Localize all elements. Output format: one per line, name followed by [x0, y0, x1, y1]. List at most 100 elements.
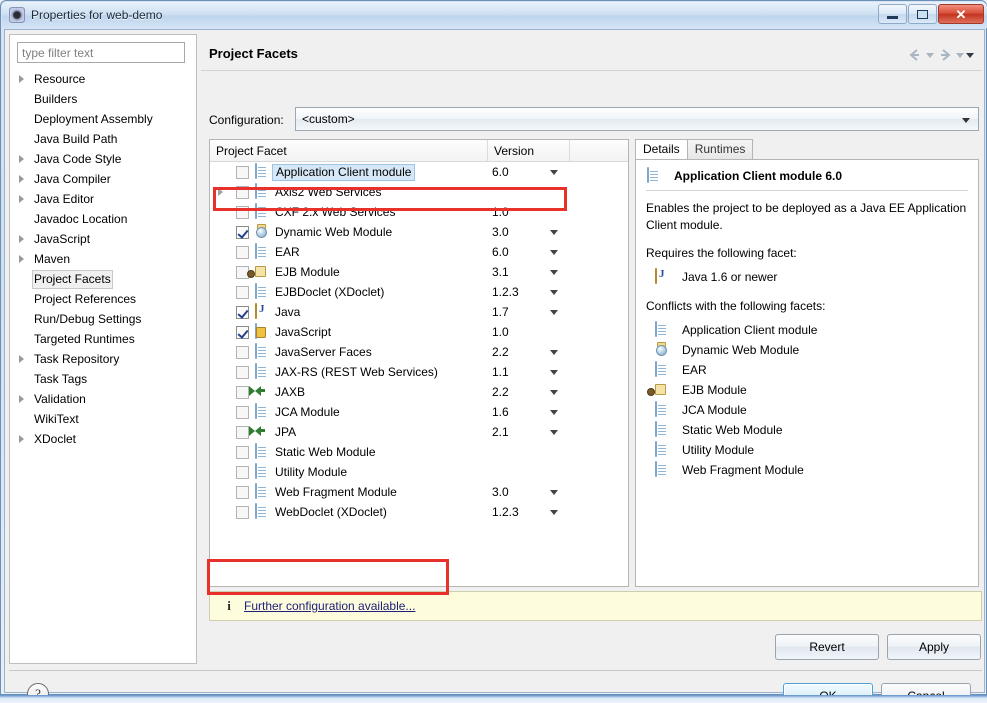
facet-row[interactable]: EAR 6.0	[210, 242, 628, 262]
version-chevron-down-icon[interactable]	[550, 230, 558, 235]
facet-checkbox[interactable]	[236, 505, 249, 519]
version-chevron-down-icon[interactable]	[550, 490, 558, 495]
java-facet-icon	[654, 268, 670, 285]
column-header-version[interactable]: Version	[488, 140, 570, 161]
sidebar-item-project-references[interactable]: Project References	[10, 289, 196, 309]
facet-row[interactable]: Application Client module 6.0	[210, 162, 628, 182]
sidebar-item-javascript[interactable]: JavaScript	[10, 229, 196, 249]
chevron-right-icon[interactable]	[19, 435, 24, 443]
chevron-right-icon[interactable]	[19, 255, 24, 263]
configuration-combo[interactable]: <custom>	[295, 107, 979, 131]
facet-checkbox[interactable]	[236, 445, 249, 459]
version-chevron-down-icon[interactable]	[550, 370, 558, 375]
chevron-right-icon[interactable]	[218, 188, 223, 196]
version-chevron-down-icon[interactable]	[550, 390, 558, 395]
chevron-right-icon[interactable]	[19, 395, 24, 403]
facet-row[interactable]: Utility Module	[210, 462, 628, 482]
back-button[interactable]	[906, 46, 924, 64]
facet-checkbox[interactable]	[236, 385, 249, 399]
sidebar-item-validation[interactable]: Validation	[10, 389, 196, 409]
facet-row[interactable]: JAXB 2.2	[210, 382, 628, 402]
version-chevron-down-icon[interactable]	[550, 350, 558, 355]
facet-checkbox[interactable]	[236, 425, 249, 439]
forward-history-chevron-down-icon[interactable]	[956, 52, 964, 58]
facet-name: Dynamic Web Module	[275, 225, 393, 239]
maximize-button[interactable]	[908, 4, 937, 24]
further-configuration-link[interactable]: Further configuration available...	[244, 599, 415, 613]
facet-checkbox[interactable]	[236, 225, 249, 239]
facet-checkbox[interactable]	[236, 365, 249, 379]
facet-checkbox[interactable]	[236, 405, 249, 419]
column-header-spacer[interactable]	[570, 140, 628, 161]
version-chevron-down-icon[interactable]	[550, 410, 558, 415]
chevron-right-icon[interactable]	[19, 155, 24, 163]
version-chevron-down-icon[interactable]	[550, 430, 558, 435]
version-chevron-down-icon[interactable]	[550, 290, 558, 295]
facet-row[interactable]: WebDoclet (XDoclet) 1.2.3	[210, 502, 628, 522]
chevron-right-icon[interactable]	[19, 75, 24, 83]
sidebar-item-xdoclet[interactable]: XDoclet	[10, 429, 196, 449]
tab-details[interactable]: Details	[635, 139, 688, 159]
chevron-right-icon[interactable]	[19, 235, 24, 243]
sidebar-item-builders[interactable]: Builders	[10, 89, 196, 109]
sidebar-item-maven[interactable]: Maven	[10, 249, 196, 269]
facet-checkbox[interactable]	[236, 345, 249, 359]
facet-row[interactable]: JPA 2.1	[210, 422, 628, 442]
sidebar-item-java-compiler[interactable]: Java Compiler	[10, 169, 196, 189]
facet-row[interactable]: JavaServer Faces 2.2	[210, 342, 628, 362]
forward-button[interactable]	[936, 46, 954, 64]
sidebar-item-wikitext[interactable]: WikiText	[10, 409, 196, 429]
chevron-right-icon[interactable]	[19, 175, 24, 183]
facet-checkbox[interactable]	[236, 465, 249, 479]
facet-row[interactable]: EJB Module 3.1	[210, 262, 628, 282]
chevron-right-icon[interactable]	[19, 195, 24, 203]
tab-runtimes[interactable]: Runtimes	[686, 139, 754, 159]
version-chevron-down-icon[interactable]	[550, 270, 558, 275]
version-chevron-down-icon[interactable]	[550, 170, 558, 175]
back-history-chevron-down-icon[interactable]	[926, 52, 934, 58]
facet-row[interactable]: CXF 2.x Web Services 1.0	[210, 202, 628, 222]
facet-row[interactable]: Dynamic Web Module 3.0	[210, 222, 628, 242]
sidebar-item-java-editor[interactable]: Java Editor	[10, 189, 196, 209]
facet-checkbox[interactable]	[236, 325, 249, 339]
facet-row[interactable]: EJBDoclet (XDoclet) 1.2.3	[210, 282, 628, 302]
sidebar-item-deployment-assembly[interactable]: Deployment Assembly	[10, 109, 196, 129]
filter-input[interactable]: type filter text	[17, 42, 185, 63]
facet-checkbox[interactable]	[236, 305, 249, 319]
facet-row[interactable]: Axis2 Web Services	[210, 182, 628, 202]
view-menu-chevron-down-icon[interactable]	[966, 52, 974, 58]
revert-button[interactable]: Revert	[775, 634, 879, 660]
facet-row[interactable]: JAX-RS (REST Web Services) 1.1	[210, 362, 628, 382]
facet-checkbox[interactable]	[236, 165, 249, 179]
facet-row[interactable]: Web Fragment Module 3.0	[210, 482, 628, 502]
facet-checkbox[interactable]	[236, 285, 249, 299]
version-chevron-down-icon[interactable]	[550, 510, 558, 515]
facet-checkbox[interactable]	[236, 245, 249, 259]
facet-row[interactable]: Java 1.7	[210, 302, 628, 322]
sidebar-item-task-tags[interactable]: Task Tags	[10, 369, 196, 389]
facet-version: 1.0	[492, 205, 509, 219]
apply-button[interactable]: Apply	[887, 634, 981, 660]
version-chevron-down-icon[interactable]	[550, 250, 558, 255]
sidebar-item-run-debug-settings[interactable]: Run/Debug Settings	[10, 309, 196, 329]
facet-checkbox[interactable]	[236, 205, 249, 219]
sidebar-item-targeted-runtimes[interactable]: Targeted Runtimes	[10, 329, 196, 349]
facet-checkbox[interactable]	[236, 185, 249, 199]
sidebar-item-javadoc-location[interactable]: Javadoc Location	[10, 209, 196, 229]
sidebar-item-java-build-path[interactable]: Java Build Path	[10, 129, 196, 149]
facet-row[interactable]: JCA Module 1.6	[210, 402, 628, 422]
facet-checkbox[interactable]	[236, 485, 249, 499]
sidebar-item-java-code-style[interactable]: Java Code Style	[10, 149, 196, 169]
version-chevron-down-icon[interactable]	[550, 310, 558, 315]
minimize-button[interactable]	[878, 4, 907, 24]
column-header-project-facet[interactable]: Project Facet	[210, 140, 488, 161]
chevron-right-icon[interactable]	[19, 355, 24, 363]
sidebar-item-task-repository[interactable]: Task Repository	[10, 349, 196, 369]
sidebar-item-resource[interactable]: Resource	[10, 69, 196, 89]
facet-row[interactable]: JavaScript 1.0	[210, 322, 628, 342]
sidebar-item-label: Validation	[34, 392, 86, 406]
close-button[interactable]: ✕	[938, 4, 984, 24]
sidebar-item-project-facets[interactable]: Project Facets	[10, 269, 196, 289]
page-title: Project Facets	[209, 46, 298, 61]
facet-row[interactable]: Static Web Module	[210, 442, 628, 462]
